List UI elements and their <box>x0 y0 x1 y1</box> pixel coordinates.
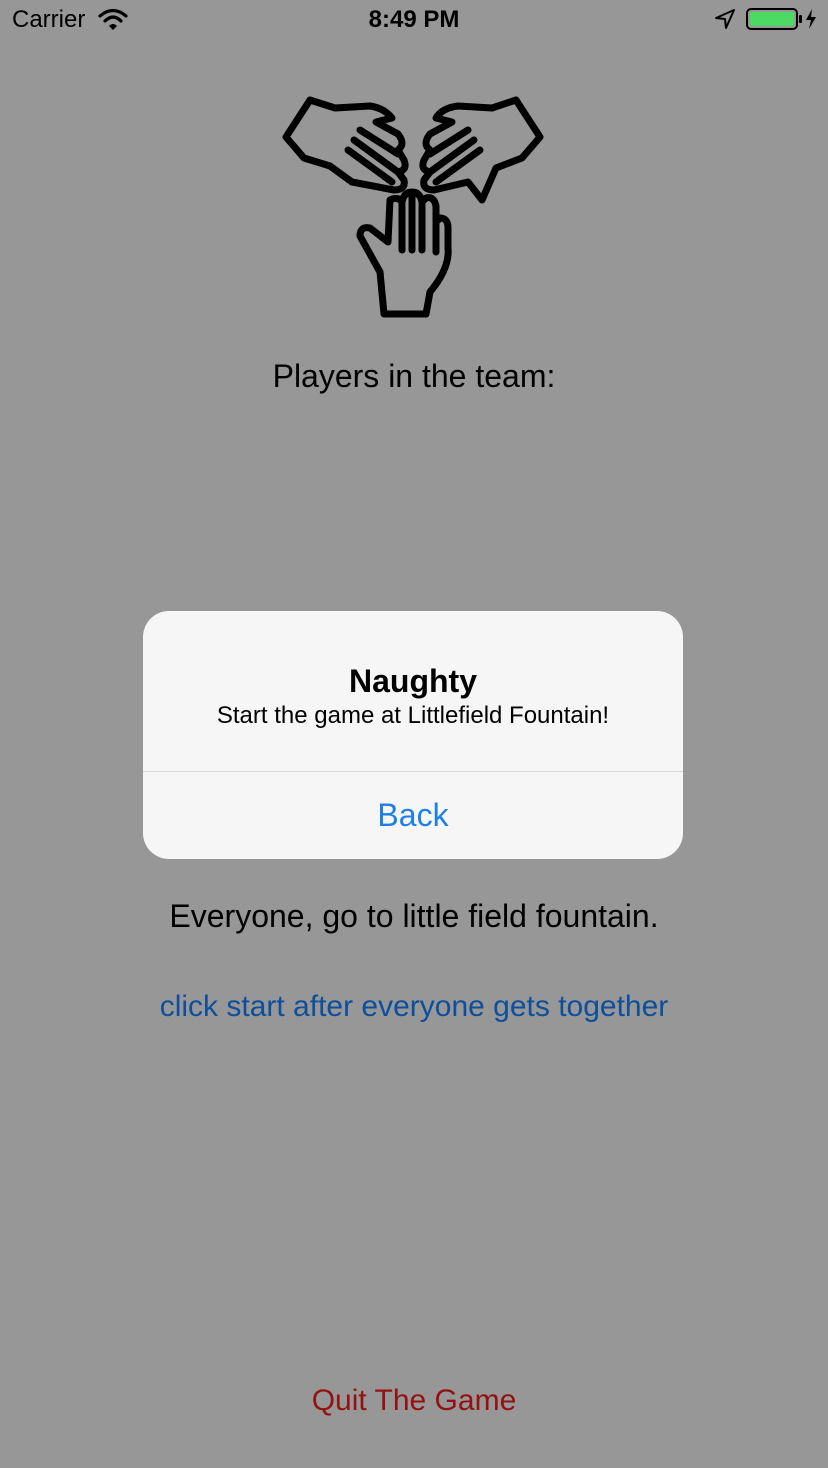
status-bar: Carrier 8:49 PM <box>0 0 828 40</box>
instruction-text: Everyone, go to little field fountain. <box>169 898 659 934</box>
quit-game-button[interactable]: Quit The Game <box>0 1382 828 1420</box>
status-time: 8:49 PM <box>368 6 460 33</box>
start-link[interactable]: click start after everyone gets together <box>0 988 828 1026</box>
location-arrow-icon <box>715 9 735 29</box>
alert-dialog: Naughty Start the game at Littlefield Fo… <box>143 611 683 859</box>
team-hands-icon <box>282 96 544 318</box>
alert-title: Naughty <box>349 663 477 699</box>
team-heading: Players in the team: <box>272 358 556 394</box>
alert-message: Start the game at Littlefield Fountain! <box>216 702 610 729</box>
back-button[interactable]: Back <box>143 772 683 859</box>
battery-charging-icon <box>746 8 816 30</box>
